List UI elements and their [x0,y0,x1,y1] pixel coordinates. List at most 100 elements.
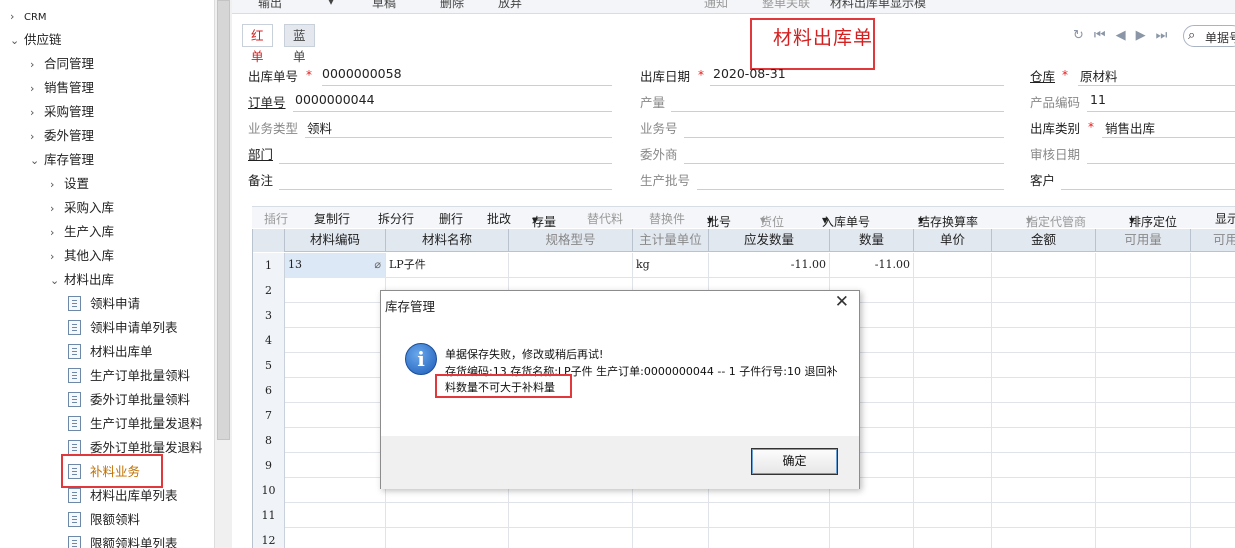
sidebar-item-outsource[interactable]: › 委外管理 [30,125,94,147]
sidebar-item-material-out-list[interactable]: 材料出库单列表 [68,485,178,507]
toolbar-delete-button[interactable]: 删除 [440,0,464,11]
substitute-material-button[interactable]: 替代料 [587,210,623,227]
split-row-button[interactable]: 拆分行 [378,210,414,227]
table-row[interactable]: 12 [253,528,1235,548]
display-dropdown[interactable]: 显示 [1215,210,1235,227]
field-out-category[interactable]: 出库类别 * 销售出库 [1030,116,1235,138]
field-outsource-vendor[interactable]: 委外商 [640,142,1004,164]
delete-row-button[interactable]: 删行 [439,210,463,227]
search-input[interactable]: ⌕ 单据号 [1183,25,1235,47]
field-product-code[interactable]: 产品编码 11 [1030,90,1235,112]
next-record-icon[interactable]: ▶ [1136,28,1146,43]
col-unit-price[interactable]: 单价 [914,229,992,252]
sidebar-item-material-out-doc[interactable]: 材料出库单 [68,341,153,363]
sidebar-item-requisition[interactable]: 领料申请 [68,293,140,315]
prev-record-icon[interactable]: ◀ [1116,28,1126,43]
ok-button[interactable]: 确定 [751,448,838,475]
insert-row-button[interactable]: 插行 [264,210,288,227]
sidebar-item-inventory[interactable]: ⌄ 库存管理 [30,149,94,171]
sidebar-item-po-batch-return[interactable]: 生产订单批量发退料 [68,413,203,435]
col-available-2[interactable]: 可用 [1191,229,1235,252]
sidebar-item-supply-chain[interactable]: ⌄ 供应链 [10,29,62,51]
field-batch-no[interactable]: 生产批号 [640,168,1004,190]
col-material-code[interactable]: 材料编码 [285,229,386,252]
sidebar-item-settings[interactable]: › 设置 [50,173,89,195]
document-icon [68,440,81,455]
info-icon: i [405,343,437,375]
field-order-no[interactable]: 订单号 0000000044 [248,90,612,112]
first-record-icon[interactable]: ⏮ [1094,28,1106,43]
col-available[interactable]: 可用量 [1096,229,1191,252]
col-spec[interactable]: 规格型号 [509,229,633,252]
sidebar-item-requisition-list[interactable]: 领料申请单列表 [68,317,178,339]
sidebar-scrollbar[interactable] [214,0,232,548]
toolbar-draft-button[interactable]: 草稿 [372,0,396,11]
sidebar-item-purchase[interactable]: › 采购管理 [30,101,94,123]
cell-qty-due[interactable]: -11.00 [709,253,830,278]
toolbar-link-button[interactable]: 整单关联 [762,0,810,11]
field-out-date[interactable]: 出库日期 * 2020-08-31 [640,64,1004,86]
sidebar-item-material-out[interactable]: ⌄ 材料出库 [50,269,114,291]
cell-unit-price[interactable] [914,253,992,278]
field-out-no[interactable]: 出库单号 * 0000000058 [248,64,612,86]
replace-part-button[interactable]: 替换件 [649,210,685,227]
chevron-right-icon: › [30,130,35,143]
batch-edit-button[interactable]: 批改 [487,210,511,227]
field-biz-type[interactable]: 业务类型 领料 [248,116,612,138]
paperclip-icon[interactable]: ⌀ [374,253,381,277]
caret-down-icon: ▾ [1129,213,1136,227]
sidebar-item-po-batch-pick[interactable]: 生产订单批量领料 [68,365,190,387]
col-unit[interactable]: 主计量单位 [633,229,709,252]
cell-amount[interactable] [992,253,1096,278]
tab-red-doc[interactable]: 红单 [242,24,273,64]
required-mark: * [306,68,312,82]
sidebar-item-quota-pick-list[interactable]: 限额领料单列表 [68,533,178,548]
sidebar-item-quota-pick[interactable]: 限额领料 [68,509,140,531]
field-department[interactable]: 部门 [248,142,612,164]
cell-material-code[interactable]: 13 ⌀ [285,253,386,278]
field-warehouse[interactable]: 仓库 * 原材料 [1030,64,1235,86]
close-icon[interactable]: ✕ [835,292,849,312]
col-material-name[interactable]: 材料名称 [386,229,509,252]
field-audit-date[interactable]: 审核日期 [1030,142,1235,164]
caret-down-icon: ▾ [1026,213,1033,227]
col-qty-due[interactable]: 应发数量 [709,229,830,252]
sidebar-item-oo-batch-pick[interactable]: 委外订单批量领料 [68,389,190,411]
sidebar-item-purchase-in[interactable]: › 采购入库 [50,197,114,219]
refresh-icon[interactable]: ↻ [1073,28,1084,43]
col-qty[interactable]: 数量 [830,229,914,252]
sidebar-item-contract[interactable]: › 合同管理 [30,53,94,75]
dialog-title: 库存管理 [385,299,436,314]
document-icon [68,488,81,503]
col-amount[interactable]: 金额 [992,229,1096,252]
toolbar-notify-button[interactable]: 通知 [704,0,728,11]
tab-blue-doc[interactable]: 蓝单 [284,24,315,64]
cell-unit[interactable]: kg [633,253,709,278]
table-row[interactable]: 1 13 ⌀ LP子件 kg -11.00 -11.00 [253,253,1235,278]
chevron-down-icon[interactable]: ▾ [328,0,334,8]
error-dialog: 库存管理 ✕ i 单据保存失败，修改或稍后再试! 存货编码:13 存货名称:LP… [380,290,860,489]
field-remark[interactable]: 备注 [248,168,612,190]
sidebar-item-sales[interactable]: › 销售管理 [30,77,94,99]
toolbar-output-button[interactable]: 输出 [258,0,282,11]
cell-spec[interactable] [509,253,633,278]
field-biz-no[interactable]: 业务号 [640,116,1004,138]
app-window: › CRM ⌄ 供应链 › 合同管理 › 销售管理 › 采购管理 › 委外管理 ⌄ 库存管理 … [0,0,1235,548]
copy-row-button[interactable]: 复制行 [314,210,350,227]
table-row[interactable]: 11 [253,503,1235,528]
cell-material-name[interactable]: LP子件 [386,253,509,278]
document-icon [68,296,81,311]
cell-available[interactable] [1096,253,1191,278]
field-customer[interactable]: 客户 [1030,168,1235,190]
toolbar-discard-button[interactable]: 放弃 [498,0,522,11]
chevron-down-icon: ⌄ [30,154,40,167]
scrollbar-thumb[interactable] [217,0,230,440]
field-output[interactable]: 产量 [640,90,1004,112]
sidebar-item-other-in[interactable]: › 其他入库 [50,245,114,267]
record-navigation: ↻ ⏮ ◀ ▶ ⏭ [1073,28,1177,43]
toolbar-display-template[interactable]: 材料出库单显示模 [830,0,926,11]
cell-qty[interactable]: -11.00 [830,253,914,278]
sidebar-item-production-in[interactable]: › 生产入库 [50,221,114,243]
sidebar-item-crm[interactable]: › CRM [10,5,47,27]
last-record-icon[interactable]: ⏭ [1156,28,1168,43]
